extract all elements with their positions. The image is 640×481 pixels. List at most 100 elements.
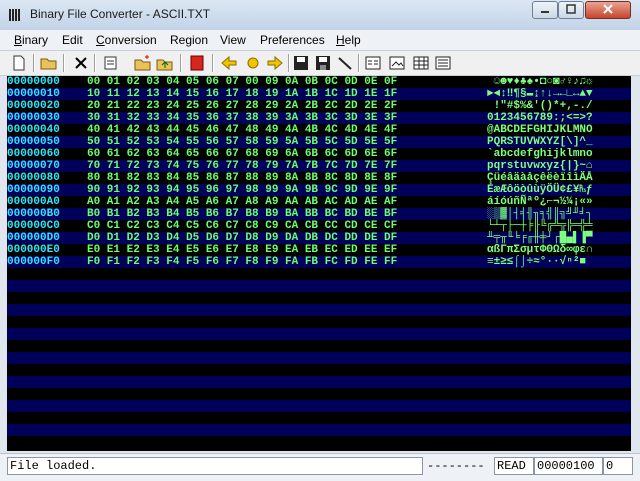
toolbar-separator <box>288 54 290 72</box>
view-text-icon[interactable] <box>364 54 382 72</box>
hex-row[interactable]: 00000040 40 41 42 43 44 45 46 47 48 49 4A… <box>7 124 631 136</box>
menu-bar: Binary Edit Conversion Region View Prefe… <box>0 30 640 51</box>
hex-row[interactable] <box>7 280 631 292</box>
close-icon <box>603 4 613 14</box>
open-folder-icon[interactable] <box>40 54 58 72</box>
status-mode: READ <box>494 457 534 475</box>
hex-address: 000000A0 <box>7 196 60 208</box>
toolbar-separator <box>63 54 65 72</box>
hex-bytes: 40 41 42 43 44 45 46 47 48 49 4A 4B 4C 4… <box>87 124 398 136</box>
hex-row[interactable] <box>7 292 631 304</box>
hex-row[interactable]: 00000090 90 91 92 93 94 95 96 97 98 99 9A… <box>7 184 631 196</box>
hex-address: 00000010 <box>7 88 60 100</box>
toolbar-separator <box>180 54 182 72</box>
hex-row[interactable] <box>7 424 631 436</box>
hex-row[interactable] <box>7 316 631 328</box>
hex-row[interactable] <box>7 352 631 364</box>
menu-preferences[interactable]: Preferences <box>260 33 325 47</box>
view-table-icon[interactable] <box>412 54 430 72</box>
hex-row[interactable]: 00000060 60 61 62 63 64 65 66 67 68 69 6A… <box>7 148 631 160</box>
hex-row[interactable]: 000000D0 D0 D1 D2 D3 D4 D5 D6 D7 D8 D9 DA… <box>7 232 631 244</box>
arrow-left-icon[interactable] <box>220 54 238 72</box>
circle-icon[interactable] <box>244 54 262 72</box>
up-folder-icon[interactable] <box>156 54 174 72</box>
hex-row[interactable] <box>7 400 631 412</box>
toolbar <box>0 51 640 76</box>
hex-row[interactable]: 000000A0 A0 A1 A2 A3 A4 A5 A6 A7 A8 A9 AA… <box>7 196 631 208</box>
menu-edit[interactable]: Edit <box>62 33 83 47</box>
hex-row[interactable] <box>7 412 631 424</box>
hex-row[interactable]: 000000B0 B0 B1 B2 B3 B4 B5 B6 B7 B8 B9 BA… <box>7 208 631 220</box>
hex-bytes: E0 E1 E2 E3 E4 E5 E6 E7 E8 E9 EA EB EC E… <box>87 244 398 256</box>
hex-ascii: 0123456789:;<=>? <box>487 112 593 124</box>
menu-help-accel: H <box>336 33 345 47</box>
menu-help[interactable]: Help <box>336 33 361 47</box>
hex-row[interactable] <box>7 340 631 352</box>
hex-address: 00000060 <box>7 148 60 160</box>
hex-bytes: 20 21 22 23 24 25 26 27 28 29 2A 2B 2C 2… <box>87 100 398 112</box>
toolbar-separator <box>33 54 35 72</box>
hex-row[interactable]: 00000000 00 01 02 03 04 05 06 07 00 09 0A… <box>7 76 631 88</box>
menu-conversion[interactable]: Conversion <box>96 33 157 47</box>
hex-row[interactable]: 00000050 50 51 52 53 54 55 56 57 58 59 5A… <box>7 136 631 148</box>
delete-icon[interactable] <box>72 54 90 72</box>
hex-ascii: αßΓπΣσµτΦΘΩδ∞φε∩ <box>487 244 593 256</box>
hex-row[interactable]: 000000C0 C0 C1 C2 C3 C4 C5 C6 C7 C8 C9 CA… <box>7 220 631 232</box>
hex-row[interactable] <box>7 388 631 400</box>
properties-icon[interactable] <box>102 54 120 72</box>
toolbar-separator <box>212 54 214 72</box>
hex-bytes: 50 51 52 53 54 55 56 57 58 59 5A 5B 5C 5… <box>87 136 398 148</box>
hex-bytes: 90 91 92 93 94 95 96 97 98 99 9A 9B 9C 9… <box>87 184 398 196</box>
status-message: File loaded. <box>7 457 423 475</box>
hex-row[interactable] <box>7 268 631 280</box>
hex-address: 00000000 <box>7 76 60 88</box>
hex-row[interactable]: 000000F0 F0 F1 F2 F3 F4 F5 F6 F7 F8 F9 FA… <box>7 256 631 268</box>
hex-address: 000000E0 <box>7 244 60 256</box>
wand-icon[interactable] <box>336 54 354 72</box>
new-folder-icon[interactable] <box>134 54 152 72</box>
minimize-button[interactable] <box>532 1 558 19</box>
hex-row[interactable]: 00000020 20 21 22 23 24 25 26 27 28 29 2A… <box>7 100 631 112</box>
hex-row[interactable]: 00000070 70 71 72 73 74 75 76 77 78 79 7A… <box>7 160 631 172</box>
maximize-button[interactable] <box>558 1 584 19</box>
menu-conversion-accel: C <box>96 33 105 47</box>
hex-address: 00000030 <box>7 112 60 124</box>
save-icon[interactable] <box>292 54 310 72</box>
view-list-icon[interactable] <box>434 54 452 72</box>
minimize-icon <box>541 11 549 13</box>
hex-ascii: ÉæÆôöòûùÿÖÜ¢£¥₧ƒ <box>487 184 593 196</box>
menu-region[interactable]: Region <box>170 33 208 47</box>
hex-row[interactable]: 00000030 30 31 32 33 34 35 36 37 38 39 3A… <box>7 112 631 124</box>
hex-ascii: `abcdefghijklmno <box>487 148 593 160</box>
hex-view[interactable]: 00000000 00 01 02 03 04 05 06 07 00 09 0A… <box>7 76 631 451</box>
app-icon <box>9 9 20 21</box>
hex-bytes: 10 11 12 13 14 15 16 17 18 19 1A 1B 1C 1… <box>87 88 398 100</box>
maximize-icon <box>566 4 576 14</box>
hex-ascii: ≡±≥≤⌠⌡÷≈°∙·√ⁿ²■ <box>487 256 593 268</box>
hex-row[interactable]: 00000080 80 81 82 83 84 85 86 87 88 89 8A… <box>7 172 631 184</box>
hex-address: 000000F0 <box>7 256 60 268</box>
hex-address: 00000020 <box>7 100 60 112</box>
close-button[interactable] <box>585 1 631 19</box>
menu-view[interactable]: View <box>220 33 246 47</box>
new-file-icon[interactable] <box>10 54 28 72</box>
hex-row[interactable]: 00000010 10 11 12 13 14 15 16 17 18 19 1A… <box>7 88 631 100</box>
save-as-icon[interactable] <box>314 54 332 72</box>
stop-icon[interactable] <box>188 54 206 72</box>
view-image-icon[interactable] <box>388 54 406 72</box>
hex-row[interactable] <box>7 328 631 340</box>
hex-row[interactable]: 000000E0 E0 E1 E2 E3 E4 E5 E6 E7 E8 E9 EA… <box>7 244 631 256</box>
status-position: 00000100 <box>534 457 603 475</box>
hex-ascii: @ABCDEFGHIJKLMNO <box>487 124 593 136</box>
arrow-right-icon[interactable] <box>266 54 284 72</box>
menu-conversion-label: onversion <box>104 33 157 47</box>
hex-bytes: F0 F1 F2 F3 F4 F5 F6 F7 F8 F9 FA FB FC F… <box>87 256 398 268</box>
hex-ascii: pqrstuvwxyz{|}~⌂ <box>487 160 593 172</box>
status-extra: 0 <box>603 457 633 475</box>
hex-row[interactable] <box>7 364 631 376</box>
hex-address: 00000090 <box>7 184 60 196</box>
hex-row[interactable] <box>7 304 631 316</box>
hex-row[interactable] <box>7 376 631 388</box>
menu-binary[interactable]: Binary <box>14 33 48 47</box>
hex-row[interactable] <box>7 436 631 448</box>
